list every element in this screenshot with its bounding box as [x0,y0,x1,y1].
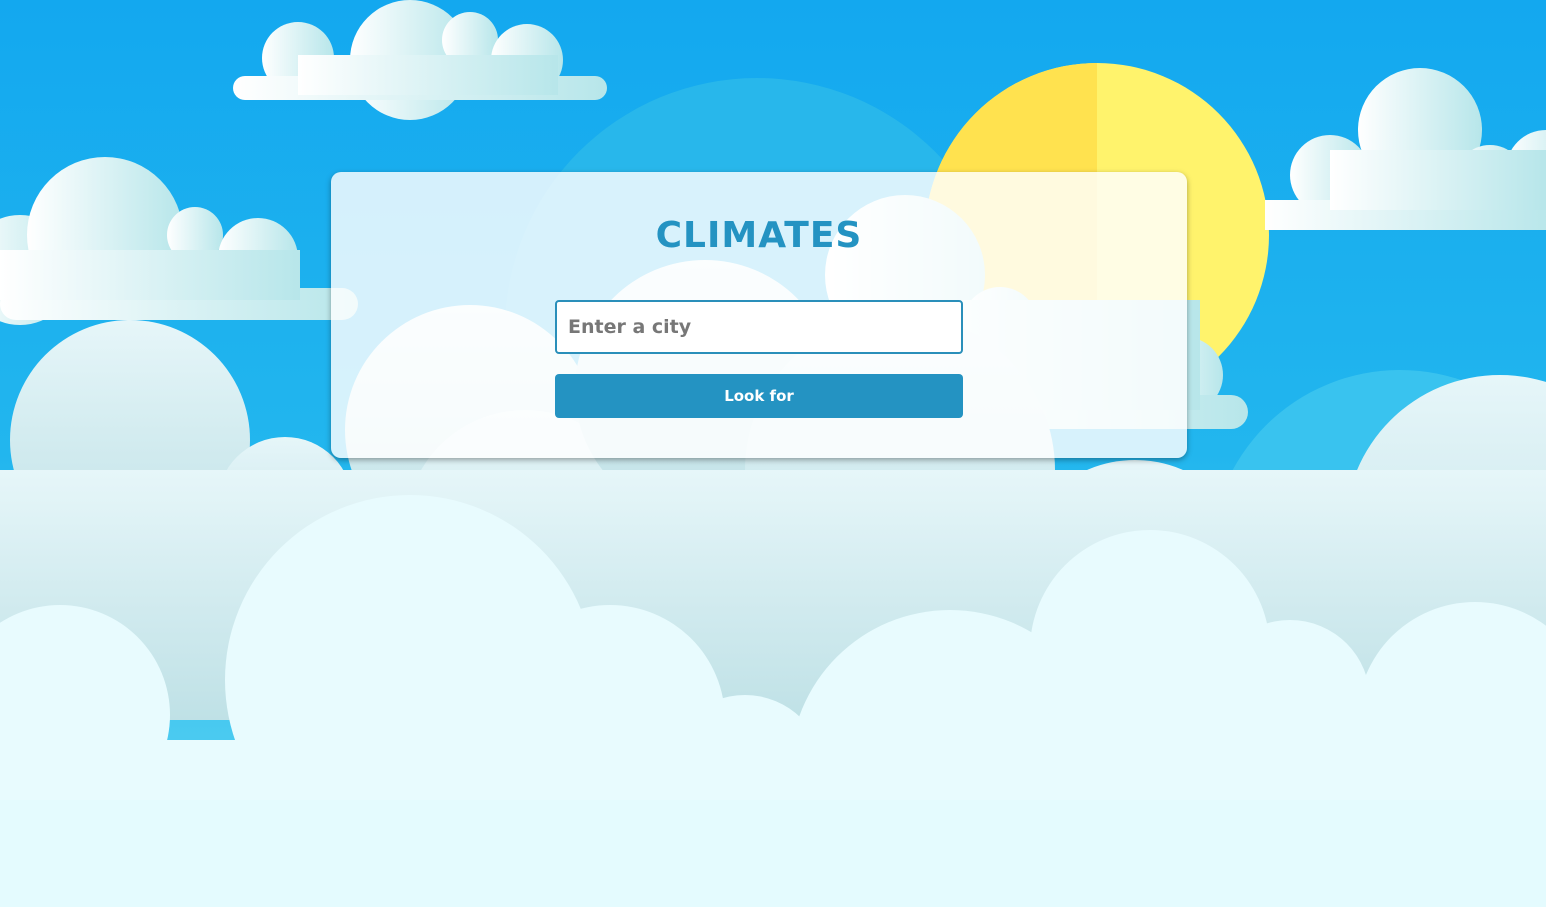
app-title: CLIMATES [655,215,863,256]
city-search-input[interactable] [555,300,963,354]
look-for-button[interactable]: Look for [555,374,963,418]
search-card: CLIMATES Look for [331,172,1187,458]
